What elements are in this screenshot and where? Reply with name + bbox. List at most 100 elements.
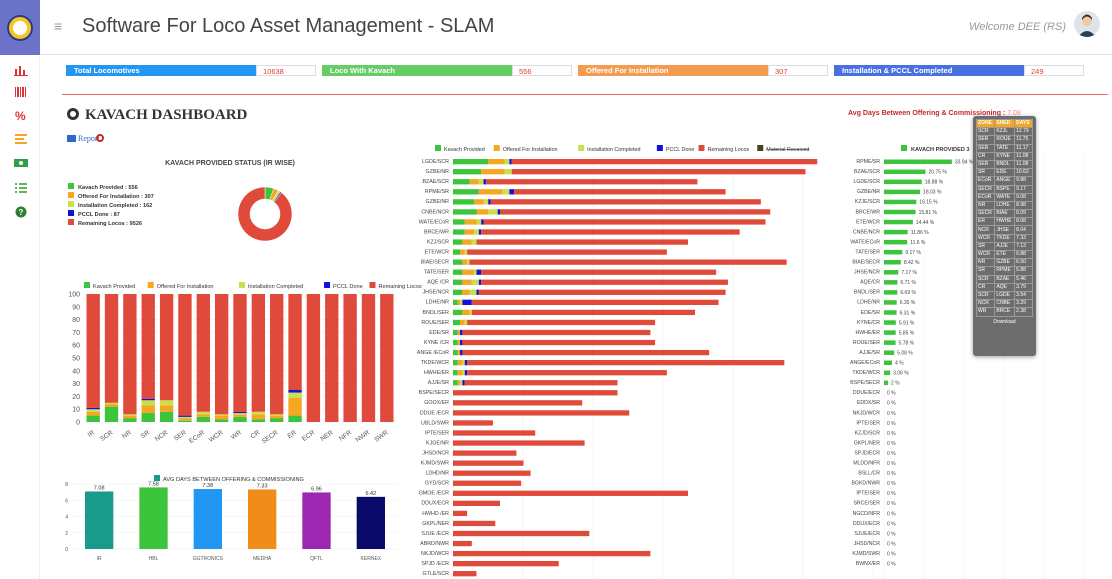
shed-bar-segment [453,490,688,496]
shed-bar-segment [483,219,766,225]
x-tick-label: WR [230,429,243,441]
pct-chart-title: KAVACH PROVIDED 3 [911,147,970,153]
shed-label: ANGE /ECoR [417,350,449,356]
pct-bar-label: 33.94 % [955,160,974,166]
download-button[interactable]: Download [976,319,1033,325]
kpi-3[interactable]: Installation & PCCL Completed 249 [834,65,1084,76]
y-tick-label: 60 [72,343,80,350]
pct-bar-label: 0 % [887,481,896,487]
shed-bar-segment [453,349,458,356]
refresh-icon[interactable] [96,134,104,142]
pct-bar [884,229,908,235]
shed-bar-segment [453,390,618,396]
table-cell: JHSE [994,225,1016,235]
legend-swatch [68,201,74,207]
shed-bar-segment [478,279,482,285]
shed-bar-segment [453,550,651,557]
pct-bar [884,159,952,164]
shed-bar-segment [453,410,630,416]
app-logo[interactable] [0,0,40,55]
x-tick-label: QFTL [310,556,323,562]
shed-label: BNDL/SER [423,310,450,316]
pct-bar [884,360,892,365]
table-cell: 6.50 [1014,258,1033,268]
stacked-legend-item: PCCL Done [333,284,363,290]
barcode-icon[interactable] [14,86,28,98]
kpi-0[interactable]: Total Locomotives 10638 [66,65,316,76]
stacked-bar-segment [196,416,210,422]
kpi-1[interactable]: Loco With Kavach 556 [322,65,572,76]
shed-label: GMOE /ECR [419,491,449,497]
stacked-bar-segment [233,411,247,414]
table-row: ECoR ANGE 9.88 [975,176,1033,186]
pct-bar-label: 0 % [887,451,896,457]
stacked-bar-remaining [159,294,174,401]
shed-label: DDUX/ECR [421,501,449,507]
table-row: CR KYNE 11.08 [975,151,1033,161]
kpi-value: 556 [512,65,572,76]
legend-swatch [324,282,331,288]
pct-bar-label: 0 % [887,471,896,477]
shed-bar-segment [453,179,470,185]
shed-bar-segment [457,360,463,366]
table-row: SCR LGDE 3.54 [975,290,1033,301]
pct-bar-label: 0 % [887,411,896,417]
pct-shed-label: DDUX/ECR [853,521,880,527]
shed-bar-segment [464,370,468,376]
shed-label: LDHD/NR [425,471,449,477]
report-button[interactable]: Report [67,134,100,143]
shed-bar-segment [464,229,475,235]
table-row: SER TATE 11.17 [975,143,1033,153]
shed-label: HWHE/ER [424,370,449,376]
x-tick-label: ER [286,429,298,440]
shed-bar-segment [478,189,503,195]
money-icon[interactable] [14,157,28,169]
stacked-legend-item: Offered For Installation [157,284,214,290]
pct-shed-label: TKDE/WCR [852,370,880,376]
shed-bar-segment [469,259,787,265]
menu-toggle-icon[interactable]: ≡ [54,18,62,34]
shed-label: ETE/WCR [425,249,450,255]
shed-label: UBLD/SWR [421,420,449,426]
x-tick-label: IR [87,429,97,439]
y-tick-label: 10 [72,407,80,414]
bar-chart-icon[interactable] [14,64,28,76]
help-icon[interactable]: ? [14,206,28,218]
table-row: NCR CNBE 3.29 [975,299,1033,309]
stacked-bar-segment [233,414,247,417]
stacked-bar-segment [141,413,155,422]
pct-bar-label: 7.17 % [901,270,917,276]
pie-legend-item: Remaining Locos : 9526 [78,221,142,227]
pct-bar [884,280,898,285]
pct-shed-label: ANGE/ECoR [850,360,880,366]
shed-bar-segment [467,360,785,366]
stacked-bar-remaining [141,294,155,399]
pct-shed-label: WATE/ECoR [850,239,880,245]
svg-text:?: ? [19,208,24,217]
list-check-icon[interactable] [14,182,28,194]
percent-icon[interactable]: % [14,109,28,121]
avg-bar-label: 6.96 [311,486,322,492]
user-avatar[interactable] [1074,11,1100,37]
table-cell: KYNE [994,151,1016,161]
kpi-2[interactable]: Offered For Installation 307 [578,65,828,76]
stacked-bar-segment [178,416,192,419]
shed-bar-segment [462,299,472,305]
pct-bar-label: 5.78 % [899,340,915,346]
shed-label: GZBE/NR [425,199,449,205]
pct-bar [884,310,897,315]
pct-bar [884,179,922,185]
pct-shed-label: BNDL/SER [854,290,880,296]
pct-bar [884,330,896,335]
y-tick-label: 6 [65,498,68,504]
divider [62,94,1108,95]
table-row: CR AQE 3.79 [975,282,1033,292]
pct-shed-label: IPTE/SER [856,420,880,426]
x-tick-label: SWR [373,429,390,444]
shed-bar-segment [478,289,726,295]
avg-days-popup: ZONE SHED DAYS SCR KZJL 12.79 SER ROUE 11.75 SER… [973,116,1036,356]
list-icon[interactable] [14,133,28,145]
table-cell: 11.08 [1014,151,1033,161]
table-cell: EDE [994,168,1016,178]
stacked-bar-segment [251,411,266,415]
